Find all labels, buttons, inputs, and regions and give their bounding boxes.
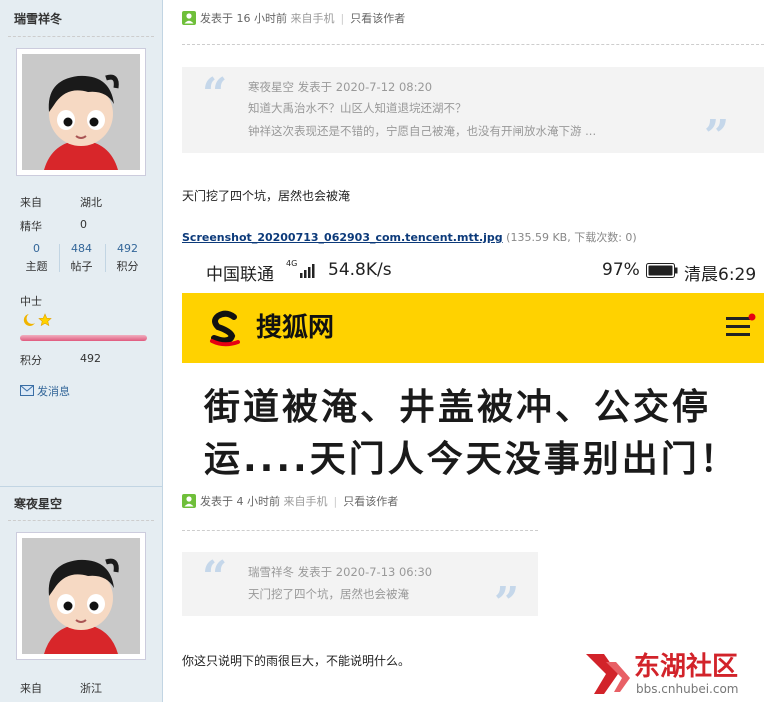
send-message-link[interactable]: 发消息 <box>20 383 70 399</box>
stat-threads[interactable]: 0 主题 <box>14 240 59 276</box>
site-watermark: 东湖社区 bbs.cnhubei.com <box>584 646 764 702</box>
quote-block: “ 寒夜星空 发表于 2020-7-12 08:20 知道大禹治水不？山区人知道… <box>182 67 764 159</box>
divider <box>0 486 162 487</box>
quote-author: 寒夜星空 发表于 2020-7-12 08:20 <box>248 80 433 94</box>
post-time: 发表于 16 小时前 <box>200 12 287 25</box>
digest-label: 精华 <box>20 220 42 233</box>
divider <box>182 530 538 531</box>
rank-label: 中士 <box>20 295 42 308</box>
post-text: 天门挖了四个坑，居然也会被淹 <box>182 189 351 203</box>
stat-value: 0 <box>33 242 40 255</box>
sohu-logo-icon <box>210 310 240 347</box>
stat-label: 帖子 <box>70 260 93 273</box>
donghu-logo-icon <box>586 654 630 694</box>
separator: | <box>333 495 338 508</box>
quote-line: 钟祥这次表现还是不错的，宁愿自己被淹，也没有开闸放水淹下游 ... <box>248 124 597 138</box>
battery-icon <box>646 263 678 278</box>
carrier: 中国联通 <box>206 265 274 285</box>
quote-block: “ 瑞雪祥冬 发表于 2020-7-13 06:30 天门挖了四个坑，居然也会被… <box>182 552 538 626</box>
net-speed: 54.8K/s <box>328 260 392 280</box>
from-label: 来自 <box>20 682 42 695</box>
watermark-url: bbs.cnhubei.com <box>636 682 739 696</box>
signal-icon <box>300 264 315 278</box>
points-label: 积分 <box>20 354 42 367</box>
post-meta: 发表于 4 小时前 来自手机 | 只看该作者 <box>182 493 398 509</box>
digest-value: 0 <box>80 218 87 231</box>
divider <box>8 520 154 521</box>
user-online-icon <box>182 494 196 508</box>
clock: 清晨6:29 <box>684 265 757 285</box>
attachment-link[interactable]: Screenshot_20200713_062903_com.tencent.m… <box>182 231 503 244</box>
stat-value: 484 <box>71 242 92 255</box>
stat-label: 主题 <box>25 260 48 273</box>
hamburger-menu-icon <box>726 313 756 336</box>
only-author-link[interactable]: 只看该作者 <box>350 12 405 25</box>
open-quote-icon: “ <box>202 69 228 120</box>
attachment-info: (135.59 KB, 下载次数: 0) <box>506 231 637 244</box>
post-meta: 发表于 16 小时前 来自手机 | 只看该作者 <box>182 10 405 26</box>
envelope-icon <box>20 385 34 396</box>
avatar[interactable] <box>16 532 146 660</box>
post-source: 来自手机 <box>290 12 335 25</box>
send-message-label: 发消息 <box>37 385 70 398</box>
author-sidebar: 瑞雪祥冬 来自 湖北 精华 0 0 主题 484 帖子 492 积分 中士 积分… <box>0 0 163 702</box>
sohu-header: 搜狐网 <box>182 293 764 363</box>
post-source: 来自手机 <box>283 495 328 508</box>
rank-progress-bar <box>20 335 147 341</box>
rank-moon-star-icon <box>20 312 56 328</box>
post-time: 发表于 4 小时前 <box>200 495 280 508</box>
stat-label: 积分 <box>116 260 139 273</box>
network-type: 4G <box>286 259 298 268</box>
avatar-cartoon-icon <box>22 54 140 170</box>
user-stats: 0 主题 484 帖子 492 积分 <box>14 240 150 276</box>
author-name[interactable]: 瑞雪祥冬 <box>14 10 62 27</box>
article-headline: 街道被淹、井盖被冲、公交停 <box>204 387 712 428</box>
phone-status-bar: 中国联通 4G 54.8K/s 97% 清晨6:29 <box>182 250 764 292</box>
points-value: 492 <box>80 352 101 365</box>
divider <box>182 44 764 45</box>
attachment: Screenshot_20200713_062903_com.tencent.m… <box>182 229 637 245</box>
quote-author: 瑞雪祥冬 发表于 2020-7-13 06:30 <box>248 565 433 579</box>
from-label: 来自 <box>20 196 42 209</box>
avatar-cartoon-icon <box>22 538 140 654</box>
watermark-name: 东湖社区 <box>634 652 739 682</box>
from-value: 浙江 <box>80 682 102 695</box>
from-value: 湖北 <box>80 196 102 209</box>
open-quote-icon: “ <box>202 552 228 603</box>
close-quote-icon: ” <box>494 578 520 629</box>
author-name[interactable]: 寒夜星空 <box>14 495 62 512</box>
avatar[interactable] <box>16 48 146 176</box>
stat-posts[interactable]: 484 帖子 <box>59 240 104 276</box>
site-name: 搜狐网 <box>256 313 335 343</box>
stat-value: 492 <box>117 242 138 255</box>
article-headline: 运....天门人今天没事别出门！ <box>204 439 739 480</box>
only-author-link[interactable]: 只看该作者 <box>343 495 398 508</box>
attachment-image[interactable]: 中国联通 4G 54.8K/s 97% 清晨6:29 搜狐网 街道被淹、井盖被冲… <box>182 250 764 484</box>
quote-line: 知道大禹治水不？山区人知道退垸还湖不？ <box>248 101 467 115</box>
divider <box>8 36 154 37</box>
quote-line: 天门挖了四个坑，居然也会被淹 <box>248 587 409 601</box>
battery-percent: 97% <box>602 260 640 280</box>
separator: | <box>340 12 345 25</box>
close-quote-icon: ” <box>704 111 730 162</box>
user-online-icon <box>182 11 196 25</box>
stat-points[interactable]: 492 积分 <box>105 240 150 276</box>
post-text: 你这只说明下的雨很巨大，不能说明什么。 <box>182 654 411 668</box>
